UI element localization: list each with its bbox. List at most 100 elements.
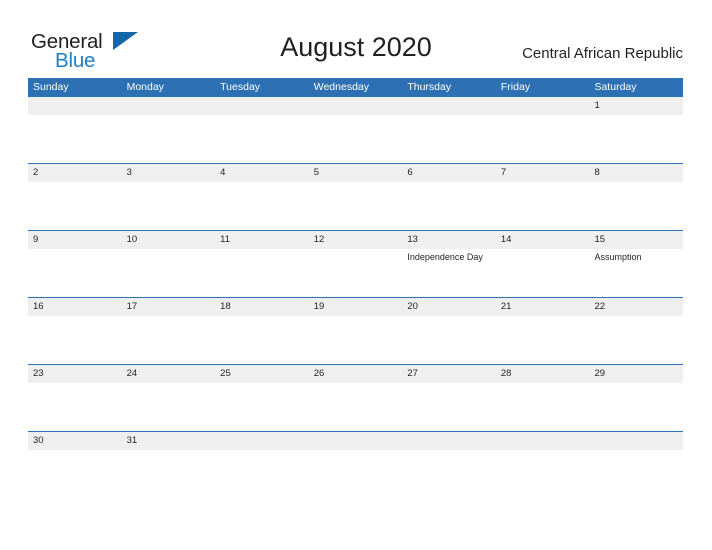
day-number [501, 432, 590, 450]
day-cell-5[interactable]: 5 [309, 164, 403, 230]
day-cell-empty [309, 97, 403, 163]
day-number [220, 97, 309, 115]
day-number: 8 [594, 167, 600, 178]
day-cell-10[interactable]: 10 [122, 231, 216, 297]
day-cell-empty [309, 432, 403, 452]
day-number: 28 [500, 368, 512, 379]
calendar-body: 1 2 3 4 5 6 7 8 9 10 11 12 13 Independence Day 14 15 Ass… [28, 96, 683, 452]
day-cell-empty [122, 97, 216, 163]
day-cell-empty [402, 97, 496, 163]
day-number: 1 [594, 100, 600, 111]
calendar-week-row: 2 3 4 5 6 7 8 [28, 163, 683, 230]
day-number: 10 [126, 234, 138, 245]
day-cell-18[interactable]: 18 [215, 298, 309, 364]
day-number: 31 [126, 435, 138, 446]
holiday-label: Independence Day [407, 252, 483, 262]
day-events: Independence Day [407, 249, 496, 263]
day-cell-31[interactable]: 31 [122, 432, 216, 452]
day-number: 22 [594, 301, 606, 312]
day-cell-26[interactable]: 26 [309, 365, 403, 431]
day-number: 2 [33, 167, 39, 178]
day-number [33, 97, 122, 115]
day-number [127, 97, 216, 115]
day-cell-14[interactable]: 14 [496, 231, 590, 297]
day-number: 27 [407, 368, 418, 379]
day-cell-4[interactable]: 4 [215, 164, 309, 230]
holiday-label: Assumption [594, 252, 642, 262]
calendar-week-row: 9 10 11 12 13 Independence Day 14 15 Assumption [28, 230, 683, 297]
day-cell-15[interactable]: 15 Assumption [589, 231, 683, 297]
day-cell-13[interactable]: 13 Independence Day [402, 231, 496, 297]
day-number: 26 [313, 368, 325, 379]
day-cell-30[interactable]: 30 [28, 432, 122, 452]
day-cell-container: 1 [28, 97, 683, 163]
day-cell-24[interactable]: 24 [122, 365, 216, 431]
day-cell-25[interactable]: 25 [215, 365, 309, 431]
day-number: 14 [500, 234, 512, 245]
day-cell-16[interactable]: 16 [28, 298, 122, 364]
day-number [314, 97, 403, 115]
day-number: 5 [313, 167, 320, 178]
day-cell-container: 2 3 4 5 6 7 8 [28, 164, 683, 230]
day-cell-12[interactable]: 12 [309, 231, 403, 297]
calendar-week-row: 16 17 18 19 20 21 22 [28, 297, 683, 364]
day-cell-empty [402, 432, 496, 452]
day-cell-empty [28, 97, 122, 163]
day-cell-23[interactable]: 23 [28, 365, 122, 431]
day-number: 19 [313, 301, 325, 312]
page-header: General Blue August 2020 Central African… [0, 0, 712, 78]
country-label: Central African Republic [522, 45, 683, 62]
day-number: 13 [407, 234, 418, 245]
day-cell-11[interactable]: 11 [215, 231, 309, 297]
day-number: 6 [407, 167, 413, 178]
day-cell-22[interactable]: 22 [589, 298, 683, 364]
day-number: 23 [33, 368, 44, 379]
day-cell-8[interactable]: 8 [589, 164, 683, 230]
day-cell-container: 9 10 11 12 13 Independence Day 14 15 Assumption [28, 231, 683, 297]
weekday-header-saturday: Saturday [594, 81, 637, 93]
calendar-week-row: 30 31 [28, 431, 683, 452]
day-cell-21[interactable]: 21 [496, 298, 590, 364]
day-cell-container: 23 24 25 26 27 28 29 [28, 365, 683, 431]
weekday-header-friday: Friday [500, 81, 531, 93]
day-number: 11 [220, 234, 231, 245]
day-number [314, 432, 403, 450]
day-number: 21 [500, 301, 512, 312]
day-cell-27[interactable]: 27 [402, 365, 496, 431]
weekday-header-wednesday: Wednesday [313, 81, 369, 93]
calendar-week-row: 23 24 25 26 27 28 29 [28, 364, 683, 431]
day-number: 29 [594, 368, 606, 379]
calendar-week-row: 1 [28, 96, 683, 163]
day-cell-17[interactable]: 17 [122, 298, 216, 364]
day-cell-28[interactable]: 28 [496, 365, 590, 431]
day-number: 3 [126, 167, 132, 178]
day-number [501, 97, 590, 115]
day-cell-29[interactable]: 29 [589, 365, 683, 431]
day-number [407, 97, 496, 115]
day-cell-empty [589, 432, 683, 452]
day-number: 18 [220, 301, 231, 312]
day-cell-1[interactable]: 1 [589, 97, 683, 163]
day-cell-container: 30 31 [28, 432, 683, 452]
day-number: 12 [313, 234, 325, 245]
day-number [594, 432, 683, 450]
weekday-header-sunday: Sunday [33, 81, 69, 93]
weekday-header-monday: Monday [126, 81, 164, 93]
day-number: 17 [126, 301, 138, 312]
weekday-header-tuesday: Tuesday [220, 81, 261, 93]
day-number: 30 [33, 435, 44, 446]
day-number: 16 [33, 301, 44, 312]
day-cell-19[interactable]: 19 [309, 298, 403, 364]
day-number: 15 [594, 234, 606, 245]
day-number [220, 432, 309, 450]
day-cell-2[interactable]: 2 [28, 164, 122, 230]
day-number: 7 [500, 167, 507, 178]
day-cell-20[interactable]: 20 [402, 298, 496, 364]
day-cell-3[interactable]: 3 [122, 164, 216, 230]
day-cell-empty [496, 97, 590, 163]
day-cell-9[interactable]: 9 [28, 231, 122, 297]
day-cell-7[interactable]: 7 [496, 164, 590, 230]
day-cell-6[interactable]: 6 [402, 164, 496, 230]
day-cell-container: 16 17 18 19 20 21 22 [28, 298, 683, 364]
day-number: 4 [220, 167, 226, 178]
